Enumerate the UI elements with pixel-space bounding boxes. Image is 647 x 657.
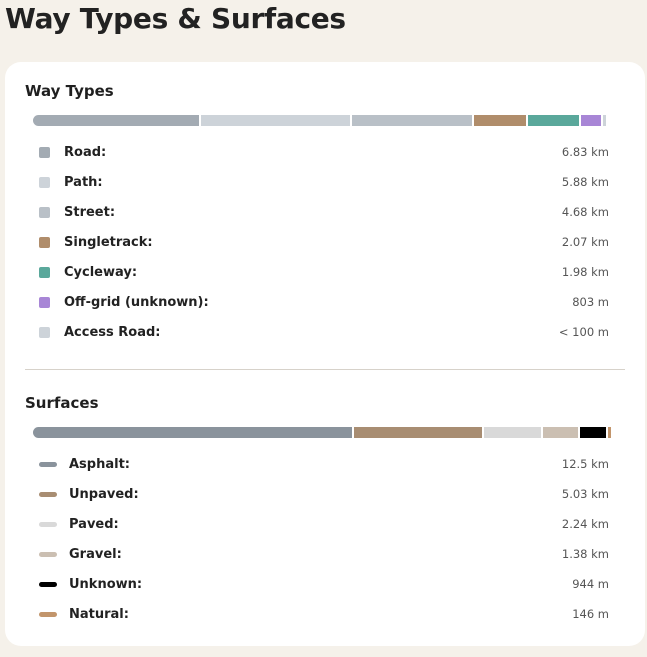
way-types-bar xyxy=(33,115,617,126)
surface-label: Unknown: xyxy=(69,576,143,592)
way-type-value: 803 m xyxy=(572,295,609,309)
way-type-label: Path: xyxy=(64,174,103,190)
legend-swatch-icon xyxy=(39,326,50,338)
way-type-label: Road: xyxy=(64,144,107,160)
way-type-bar-segment xyxy=(473,115,529,126)
way-type-value: 1.98 km xyxy=(561,265,609,279)
way-type-bar-segment xyxy=(603,115,606,126)
legend-swatch-icon xyxy=(39,521,57,527)
surface-label: Unpaved: xyxy=(69,486,139,502)
legend-swatch-icon xyxy=(39,551,57,557)
legend-swatch-icon xyxy=(39,296,50,308)
way-types-list: Road: 6.83 km Path: 5.88 km Street: 4.68 km Si… xyxy=(39,137,609,347)
surface-bar-segment xyxy=(353,427,484,438)
surface-value: 2.24 km xyxy=(561,517,609,531)
surface-bar-segment xyxy=(483,427,543,438)
surface-label: Gravel: xyxy=(69,546,122,562)
surface-value: 944 m xyxy=(572,577,609,591)
legend-swatch-icon xyxy=(39,581,57,587)
surface-bar-segment xyxy=(607,427,612,438)
way-type-label: Singletrack: xyxy=(64,234,153,250)
way-type-bar-segment xyxy=(351,115,474,126)
surface-value: 146 m xyxy=(572,607,609,621)
legend-swatch-icon xyxy=(39,236,50,248)
surfaces-bar xyxy=(33,427,617,438)
way-type-bar-segment xyxy=(528,115,581,126)
legend-swatch-icon xyxy=(39,491,57,497)
way-type-value: 5.88 km xyxy=(561,175,609,189)
surface-label: Asphalt: xyxy=(69,456,131,472)
way-type-value: 4.68 km xyxy=(561,205,609,219)
surface-row: Gravel: 1.38 km xyxy=(39,539,609,569)
surface-label: Paved: xyxy=(69,516,119,532)
way-type-bar-segment xyxy=(200,115,352,126)
legend-swatch-icon xyxy=(39,146,50,158)
legend-swatch-icon xyxy=(39,461,57,467)
way-type-row: Off-grid (unknown): 803 m xyxy=(39,287,609,317)
legend-swatch-icon xyxy=(39,611,57,617)
way-type-row: Cycleway: 1.98 km xyxy=(39,257,609,287)
legend-swatch-icon xyxy=(39,266,50,278)
way-type-row: Access Road: < 100 m xyxy=(39,317,609,347)
surface-row: Paved: 2.24 km xyxy=(39,509,609,539)
way-type-value: 2.07 km xyxy=(561,235,609,249)
way-type-row: Path: 5.88 km xyxy=(39,167,609,197)
surface-row: Unpaved: 5.03 km xyxy=(39,479,609,509)
surface-row: Unknown: 944 m xyxy=(39,569,609,599)
section-divider xyxy=(25,369,625,370)
surface-value: 12.5 km xyxy=(561,457,609,471)
surface-bar-segment xyxy=(33,427,354,438)
way-type-bar-segment xyxy=(580,115,604,126)
page-title: Way Types & Surfaces xyxy=(5,2,346,35)
surfaces-list: Asphalt: 12.5 km Unpaved: 5.03 km Paved: 2.24… xyxy=(39,449,609,629)
way-type-row: Singletrack: 2.07 km xyxy=(39,227,609,257)
way-type-label: Cycleway: xyxy=(64,264,138,280)
surface-label: Natural: xyxy=(69,606,129,622)
way-type-value: < 100 m xyxy=(558,325,609,339)
way-type-label: Access Road: xyxy=(64,324,161,340)
way-type-label: Off-grid (unknown): xyxy=(64,294,209,310)
surface-bar-segment xyxy=(542,427,580,438)
surface-row: Asphalt: 12.5 km xyxy=(39,449,609,479)
surfaces-heading: Surfaces xyxy=(25,394,99,412)
way-types-surfaces-card: Way Types Road: 6.83 km Path: 5.88 km Street… xyxy=(5,62,645,646)
surface-row: Natural: 146 m xyxy=(39,599,609,629)
surface-bar-segment xyxy=(579,427,608,438)
surface-value: 1.38 km xyxy=(561,547,609,561)
way-type-row: Street: 4.68 km xyxy=(39,197,609,227)
legend-swatch-icon xyxy=(39,176,50,188)
way-type-value: 6.83 km xyxy=(561,145,609,159)
way-type-bar-segment xyxy=(33,115,201,126)
way-type-label: Street: xyxy=(64,204,116,220)
way-type-row: Road: 6.83 km xyxy=(39,137,609,167)
surface-value: 5.03 km xyxy=(561,487,609,501)
legend-swatch-icon xyxy=(39,206,50,218)
way-types-heading: Way Types xyxy=(25,82,114,100)
